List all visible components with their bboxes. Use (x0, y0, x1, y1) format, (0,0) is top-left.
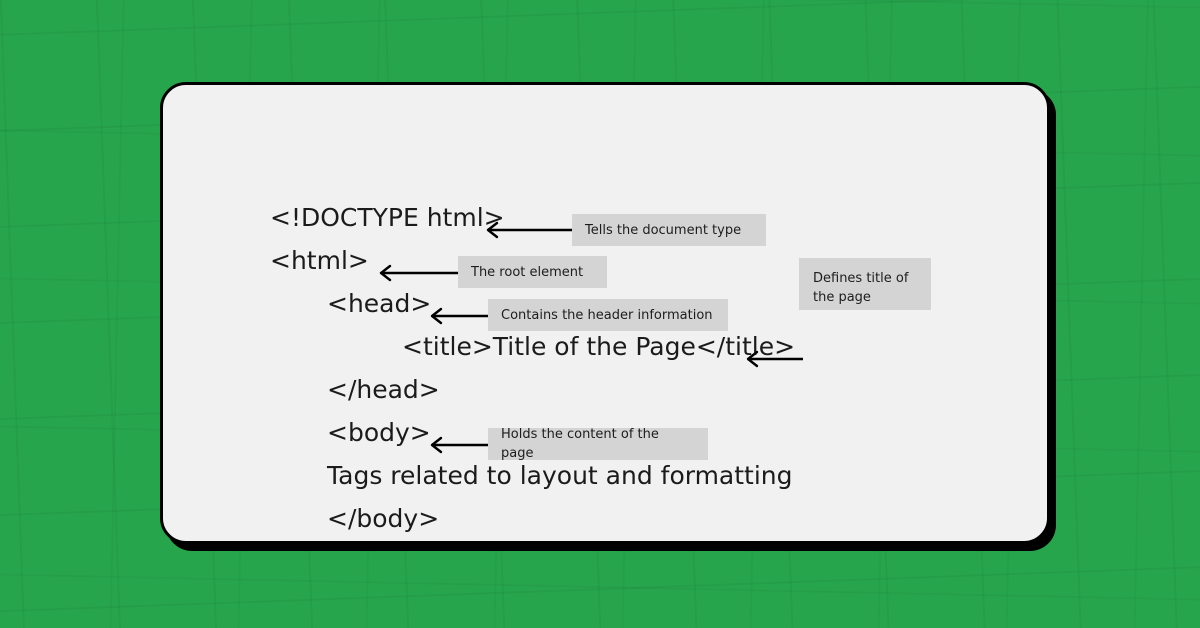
annotation-text: Tells the document type (585, 222, 742, 238)
annotation-label-html: The root element (458, 256, 607, 288)
annotation-text: Holds the content of the page (501, 427, 659, 461)
code-line-doctype: <!DOCTYPE html> (270, 203, 505, 232)
code-line-head-open: <head> (327, 289, 432, 318)
code-line-head-close: </head> (327, 375, 440, 404)
annotation-arrow-html (374, 264, 462, 282)
code-line-body-close: </body> (327, 504, 440, 533)
annotation-text: Defines title of the page (813, 271, 909, 305)
annotation-label-doctype: Tells the document type (572, 214, 766, 246)
annotation-text: The root element (471, 264, 584, 280)
annotation-arrow-head (425, 307, 493, 325)
annotation-arrow-body (425, 436, 493, 454)
annotation-label-head: Contains the header information (488, 299, 728, 331)
annotation-label-title: Defines title of the page (799, 258, 931, 310)
annotation-label-body: Holds the content of the page (488, 427, 708, 461)
annotation-text: Contains the header information (501, 307, 713, 323)
code-line-body-content: Tags related to layout and formatting (327, 461, 793, 490)
code-line-html-open: <html> (270, 246, 369, 275)
code-line-title: <title>Title of the Page</title> (402, 332, 796, 361)
code-line-body-open: <body> (327, 418, 431, 447)
code-card: <!DOCTYPE html> <html> <head> <title>Tit… (160, 82, 1050, 544)
diagram-canvas: <!DOCTYPE html> <html> <head> <title>Tit… (0, 0, 1200, 628)
